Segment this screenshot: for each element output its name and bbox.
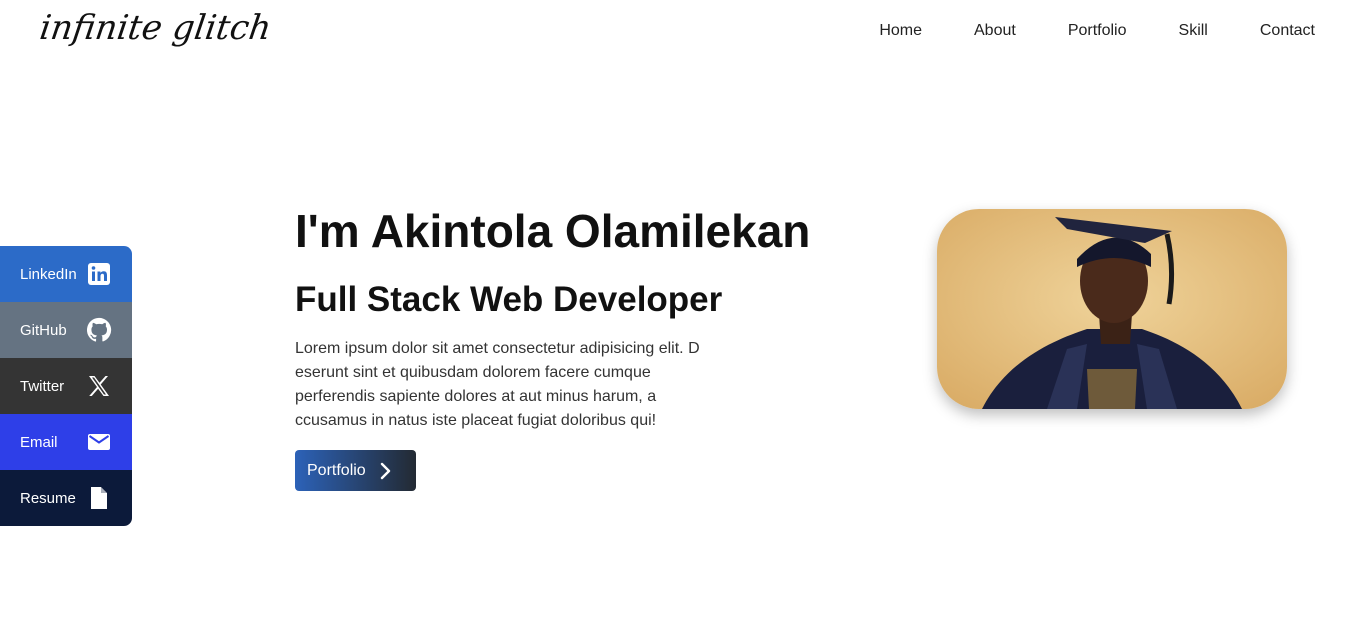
nav-contact[interactable]: Contact xyxy=(1260,22,1315,40)
social-label: Email xyxy=(20,433,58,451)
linkedin-icon xyxy=(86,261,112,287)
social-email[interactable]: Email xyxy=(0,414,132,470)
social-twitter[interactable]: Twitter xyxy=(0,358,132,414)
nav-skill[interactable]: Skill xyxy=(1179,22,1208,40)
hero-heading: I'm Akintola Olamilekan xyxy=(295,205,811,257)
site-logo[interactable]: infinite glitch xyxy=(37,8,274,48)
profile-photo xyxy=(937,209,1287,409)
social-resume[interactable]: Resume xyxy=(0,470,132,526)
hero-subheading: Full Stack Web Developer xyxy=(295,280,723,319)
social-label: LinkedIn xyxy=(20,265,77,283)
chevron-right-icon xyxy=(380,462,394,479)
social-label: GitHub xyxy=(20,321,67,339)
nav-portfolio[interactable]: Portfolio xyxy=(1068,22,1127,40)
hero-description: Lorem ipsum dolor sit amet consectetur a… xyxy=(295,340,700,429)
mail-icon xyxy=(86,429,112,455)
main-nav: Home About Portfolio Skill Contact xyxy=(827,22,1315,40)
nav-about[interactable]: About xyxy=(974,22,1016,40)
social-sidebar: LinkedIn GitHub Twitter Email Resume xyxy=(0,246,132,526)
portfolio-button[interactable]: Portfolio xyxy=(295,450,416,491)
nav-home[interactable]: Home xyxy=(879,22,922,40)
social-github[interactable]: GitHub xyxy=(0,302,132,358)
hero-section: I'm Akintola Olamilekan Full Stack Web D… xyxy=(295,200,895,491)
social-label: Resume xyxy=(20,489,76,507)
github-icon xyxy=(86,317,112,343)
portfolio-button-label: Portfolio xyxy=(307,461,366,479)
x-icon xyxy=(86,373,112,399)
social-label: Twitter xyxy=(20,377,65,395)
file-icon xyxy=(86,485,112,511)
social-linkedin[interactable]: LinkedIn xyxy=(0,246,132,302)
